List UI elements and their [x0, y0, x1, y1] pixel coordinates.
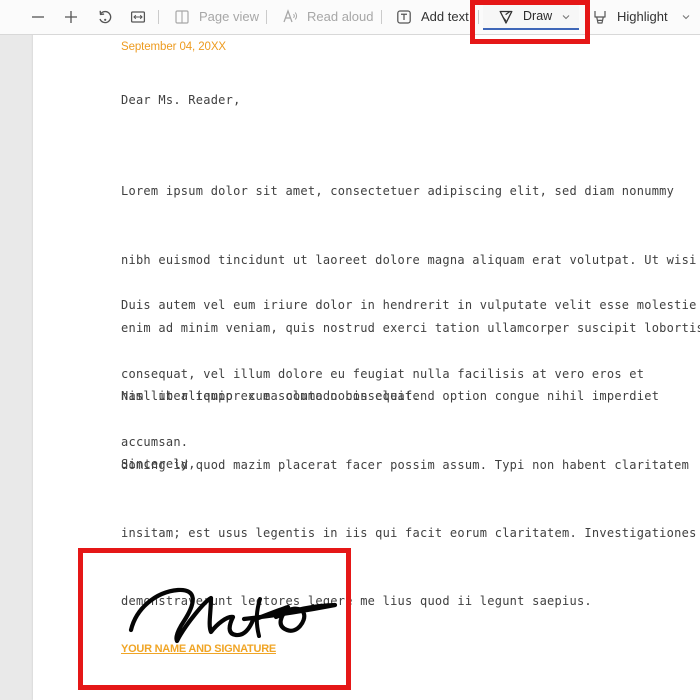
letter-line: insitam; est usus legentis in iis qui fa… [121, 525, 697, 540]
pdf-viewer: Page view Read aloud Add text Draw Highl… [0, 0, 700, 700]
read-aloud-icon [281, 8, 299, 26]
zoom-in-button[interactable] [62, 0, 80, 34]
handwritten-signature [128, 587, 338, 644]
highlighter-icon [591, 8, 609, 26]
letter-date: September 04, 20XX [121, 41, 226, 53]
signature-area[interactable]: YOUR NAME AND SIGNATURE [121, 582, 341, 658]
minus-icon [29, 8, 47, 26]
toolbar-separator [478, 10, 479, 24]
document-page: September 04, 20XX Dear Ms. Reader, Lore… [33, 34, 700, 700]
letter-salutation: Dear Ms. Reader, [121, 93, 241, 107]
add-text-button[interactable]: Add text [395, 0, 469, 34]
rotate-icon [96, 8, 114, 26]
read-aloud-button[interactable]: Read aloud [281, 0, 374, 34]
plus-icon [62, 8, 80, 26]
highlight-label: Highlight [617, 9, 668, 24]
page-view-icon [173, 8, 191, 26]
letter-line: Duis autem vel eum iriure dolor in hendr… [121, 298, 697, 313]
add-text-label: Add text [421, 9, 469, 24]
read-aloud-label: Read aloud [307, 9, 374, 24]
letter-line: Nam liber tempor cum soluta nobis eleife… [121, 389, 660, 404]
fit-page-icon [129, 8, 147, 26]
zoom-out-button[interactable] [29, 0, 47, 34]
fit-page-button[interactable] [129, 0, 147, 34]
letter-line: Lorem ipsum dolor sit amet, consectetuer… [121, 184, 675, 199]
letter-closing: Sincerely, [121, 457, 196, 471]
add-text-icon [395, 8, 413, 26]
draw-pen-icon [497, 8, 515, 26]
document-toolbar: Page view Read aloud Add text Draw Highl… [0, 0, 700, 35]
draw-label: Draw [523, 9, 553, 23]
page-view-label: Page view [199, 9, 259, 24]
chevron-down-icon[interactable] [561, 8, 571, 26]
toolbar-separator [158, 10, 159, 24]
highlight-button[interactable]: Highlight [591, 0, 668, 34]
rotate-button[interactable] [96, 0, 114, 34]
toolbar-separator [266, 10, 267, 24]
draw-button[interactable]: Draw [483, 5, 579, 30]
signature-caption: YOUR NAME AND SIGNATURE [121, 643, 276, 655]
page-view-button[interactable]: Page view [173, 0, 259, 34]
chevron-down-icon[interactable] [681, 0, 691, 34]
toolbar-separator [381, 10, 382, 24]
